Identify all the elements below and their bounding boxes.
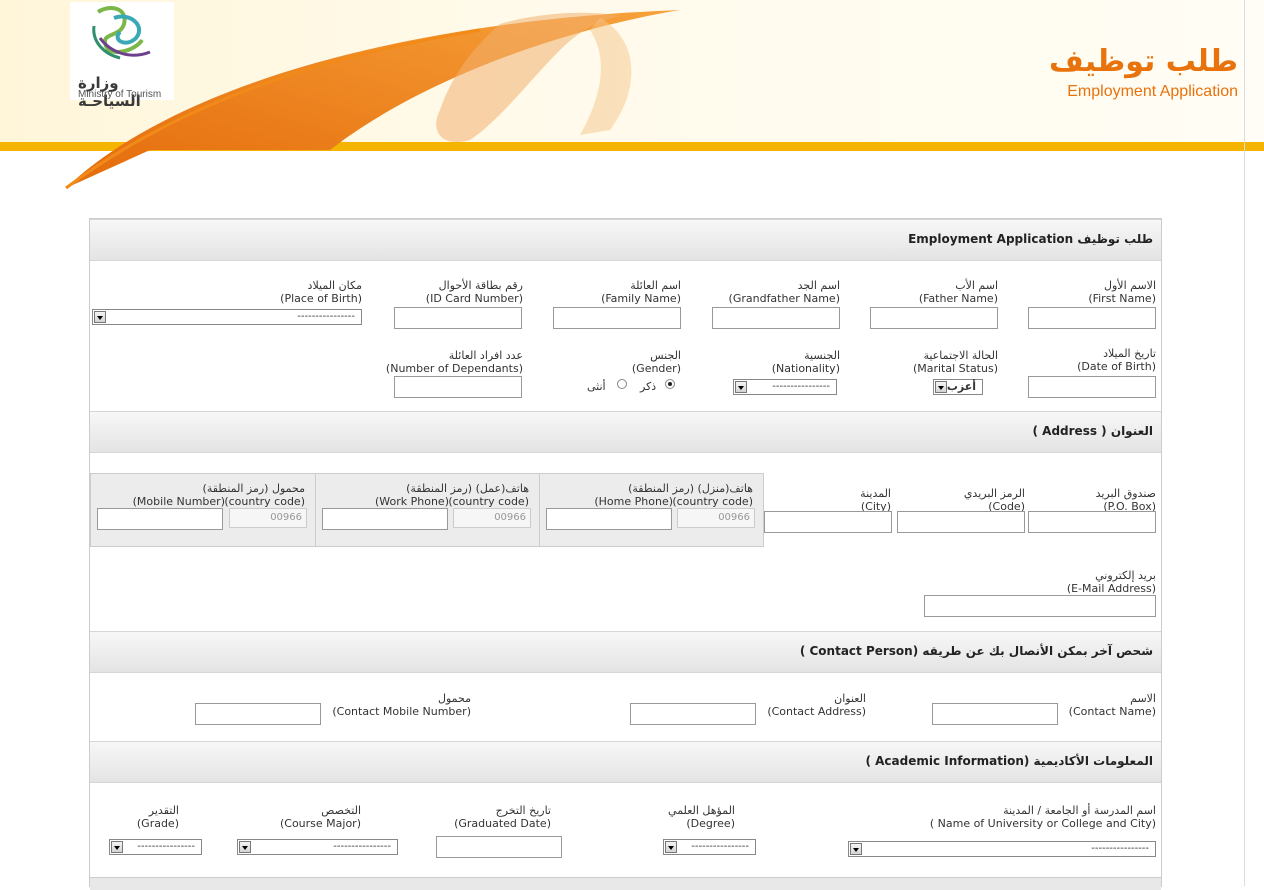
home-phone-field[interactable] [546, 508, 672, 530]
home-phone-label-en: (country code) [672, 495, 753, 508]
section-title: طلب توظيف Employment Application [908, 232, 1153, 246]
id-card-field[interactable] [394, 307, 522, 329]
course-major-select[interactable]: ---------------- [237, 839, 398, 855]
pobox-label: صندوق البريد (P.O. Box) [1095, 487, 1156, 513]
family-name-field[interactable] [553, 307, 681, 329]
city-label: المدينة (City) [860, 487, 891, 513]
contact-address-field[interactable] [630, 703, 756, 725]
page-title-arabic: طلب توظيف [1048, 44, 1238, 79]
dob-label: تاريخ الميلاد (Date of Birth) [1077, 347, 1156, 373]
work-phone-country-code-label: (country code) [448, 495, 529, 508]
contact-mobile-field[interactable] [195, 703, 321, 725]
chevron-down-icon [735, 381, 747, 393]
gender-female-radio[interactable] [617, 379, 627, 389]
contact-mobile-label: محمول (Contact Mobile Number) [332, 692, 471, 718]
work-phone-label: (رمز المنطقة) هاتف(عمل) [406, 482, 529, 495]
mobile-country-code-label: (country code) [224, 495, 305, 508]
chevron-down-icon [94, 311, 106, 323]
section-title: شحص آخر بمكن الأنصال بك عن طريقه (Contac… [799, 644, 1153, 658]
dependants-field[interactable] [394, 376, 522, 398]
chevron-down-icon [935, 381, 947, 393]
contact-name-label: الاسم (Contact Name) [1068, 692, 1156, 718]
section-title: العنوان ( Address ) [1032, 424, 1154, 438]
home-country-code-field[interactable]: 00966 [677, 508, 755, 528]
section-header-address: العنوان ( Address ) [90, 411, 1161, 453]
father-name-field[interactable] [870, 307, 998, 329]
section-header-academic: المعلومات الأكاديمية (Academic Informati… [90, 741, 1161, 783]
dependants-label: عدد افراد العائلة (Number of Dependants) [385, 349, 523, 375]
gender-label: الجنس (Gender) [631, 349, 681, 375]
email-label: بريد إلكتروني (E-Mail Address) [1066, 569, 1156, 595]
city-field[interactable] [764, 511, 892, 533]
work-phone-field[interactable] [322, 508, 448, 530]
place-of-birth-select[interactable]: ---------------- [92, 309, 362, 325]
employment-form: طلب توظيف Employment Application الاسم ا… [89, 218, 1162, 890]
university-label: اسم المدرسة أو الجامعة / المدينة( Name o… [929, 804, 1156, 830]
graduated-date-label: تاريخ التخرج (Graduated Date) [454, 804, 551, 830]
grade-label: التقدير (Grade) [136, 804, 179, 830]
family-name-label: اسم العائلة (Family Name) [601, 279, 681, 305]
logo-emblem-icon [92, 6, 151, 60]
mobile-phone-field[interactable] [97, 508, 223, 530]
mobile-phone-label: (رمز المنطقة) محمول [202, 482, 305, 495]
postal-code-label: الرمز البريدي (Code) [963, 487, 1025, 513]
chevron-down-icon [850, 843, 862, 855]
degree-label: المؤهل العلمي (Degree) [668, 804, 735, 830]
chevron-down-icon [239, 841, 251, 853]
home-phone-label: (رمز المنطقة) هاتف(منزل) [628, 482, 753, 495]
gender-female-label: أنثى [587, 380, 606, 393]
first-name-label: الاسم الأول (First Name) [1088, 279, 1156, 305]
chevron-down-icon [111, 841, 123, 853]
page-title-english: Employment Application [1067, 83, 1238, 100]
mobile-phone-group: (رمز المنطقة) محمول (country code) (Mobi… [90, 473, 316, 547]
home-phone-group: (رمز المنطقة) هاتف(منزل) (country code) … [539, 473, 764, 547]
graduated-date-field[interactable] [436, 836, 562, 858]
father-name-label: اسم الأب (Father Name) [918, 279, 998, 305]
section-title: المعلومات الأكاديمية (Academic Informati… [865, 754, 1153, 768]
pobox-field[interactable] [1028, 511, 1156, 533]
nationality-select[interactable]: ---------------- [733, 379, 837, 395]
id-card-label: رقم بطاقة الأحوال (ID Card Number) [425, 279, 523, 305]
mobile-phone-english: (Mobile Number) [132, 495, 225, 508]
home-phone-english: (Home Phone) [594, 495, 673, 508]
chevron-down-icon [665, 841, 677, 853]
section-header-personal: طلب توظيف Employment Application [90, 219, 1161, 261]
contact-address-label: العنوان (Contact Address) [767, 692, 866, 718]
gender-male-radio[interactable] [665, 379, 675, 389]
marital-status-select[interactable]: أعزب [933, 379, 983, 395]
work-phone-english: (Work Phone) [374, 495, 449, 508]
mobile-country-code-field[interactable]: 00966 [229, 508, 307, 528]
page-header: وزارة السياحـة Ministry of Tourism طلب ت… [0, 0, 1264, 200]
work-country-code-field[interactable]: 00966 [453, 508, 531, 528]
place-of-birth-label: مكان الميلاد (Place of Birth) [280, 279, 362, 305]
marital-status-label: الحالة الاجتماعية (Marital Status) [912, 349, 998, 375]
work-phone-group: (رمز المنطقة) هاتف(عمل) (country code) (… [315, 473, 540, 547]
nationality-label: الجنسية (Nationality) [771, 349, 840, 375]
course-major-label: التخصص (Course Major) [279, 804, 361, 830]
contact-name-field[interactable] [932, 703, 1058, 725]
grandfather-name-field[interactable] [712, 307, 840, 329]
gender-male-label: ذكر [640, 380, 657, 393]
grade-select[interactable]: ---------------- [109, 839, 202, 855]
ministry-name-english: Ministry of Tourism [78, 89, 162, 100]
university-select[interactable]: ---------------- [848, 841, 1156, 857]
degree-select[interactable]: ---------------- [663, 839, 756, 855]
section-header-contact: شحص آخر بمكن الأنصال بك عن طريقه (Contac… [90, 631, 1161, 673]
first-name-field[interactable] [1028, 307, 1156, 329]
email-field[interactable] [924, 595, 1156, 617]
grandfather-name-label: اسم الجد (Grandfather Name) [728, 279, 840, 305]
dob-field[interactable] [1028, 376, 1156, 398]
page-divider [1244, 0, 1245, 886]
experience-table-header [90, 877, 1161, 890]
postal-code-field[interactable] [897, 511, 1025, 533]
